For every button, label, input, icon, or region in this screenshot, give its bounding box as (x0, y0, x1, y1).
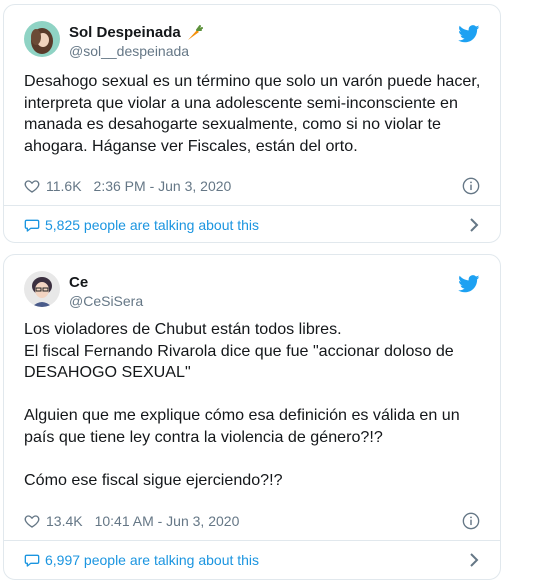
twitter-bird-icon[interactable] (458, 275, 480, 293)
divider (4, 540, 500, 541)
display-name[interactable]: Sol Despeinada (69, 24, 203, 42)
conversation-count[interactable]: 6,997 people are talking about this (45, 552, 259, 568)
handle[interactable]: @CeSiSera (69, 292, 143, 310)
tweet-meta: 11.6K 2:36 PM - Jun 3, 2020 (24, 176, 480, 196)
like-count[interactable]: 11.6K (46, 178, 82, 194)
tweet-card[interactable]: Ce @CeSiSera Los violadores de Chubut es… (3, 254, 501, 580)
conversation-count[interactable]: 5,825 people are talking about this (45, 217, 259, 233)
tweet-card[interactable]: Sol Despeinada @sol__despeinada Desahogo… (3, 4, 501, 243)
handle[interactable]: @sol__despeinada (69, 42, 203, 60)
info-icon[interactable] (462, 512, 480, 530)
display-name-text[interactable]: Sol Despeinada (69, 24, 181, 42)
tweet-header: Sol Despeinada @sol__despeinada (24, 21, 480, 61)
timestamp[interactable]: 2:36 PM - Jun 3, 2020 (94, 178, 232, 194)
display-name-text[interactable]: Ce (69, 274, 88, 292)
tweet-meta: 13.4K 10:41 AM - Jun 3, 2020 (24, 511, 480, 531)
info-icon[interactable] (462, 177, 480, 195)
like-count[interactable]: 13.4K (46, 513, 83, 529)
conversation-link[interactable]: 5,825 people are talking about this (24, 214, 480, 236)
divider (4, 205, 500, 206)
tweet-text: Los violadores de Chubut están todos lib… (24, 320, 460, 489)
tweet-header: Ce @CeSiSera (24, 271, 480, 311)
conversation-link[interactable]: 6,997 people are talking about this (24, 549, 480, 571)
heart-icon[interactable] (24, 178, 40, 194)
heart-icon[interactable] (24, 513, 40, 529)
speech-bubble-icon (24, 219, 40, 232)
chevron-right-icon[interactable] (468, 218, 480, 232)
chevron-right-icon[interactable] (468, 553, 480, 567)
timestamp[interactable]: 10:41 AM - Jun 3, 2020 (95, 513, 240, 529)
carrot-emoji-icon (187, 25, 203, 40)
speech-bubble-icon (24, 554, 40, 567)
display-name[interactable]: Ce (69, 274, 143, 292)
twitter-bird-icon[interactable] (458, 25, 480, 43)
avatar[interactable] (24, 271, 60, 307)
tweet-text: Desahogo sexual es un término que solo u… (24, 72, 481, 155)
avatar[interactable] (24, 21, 60, 57)
